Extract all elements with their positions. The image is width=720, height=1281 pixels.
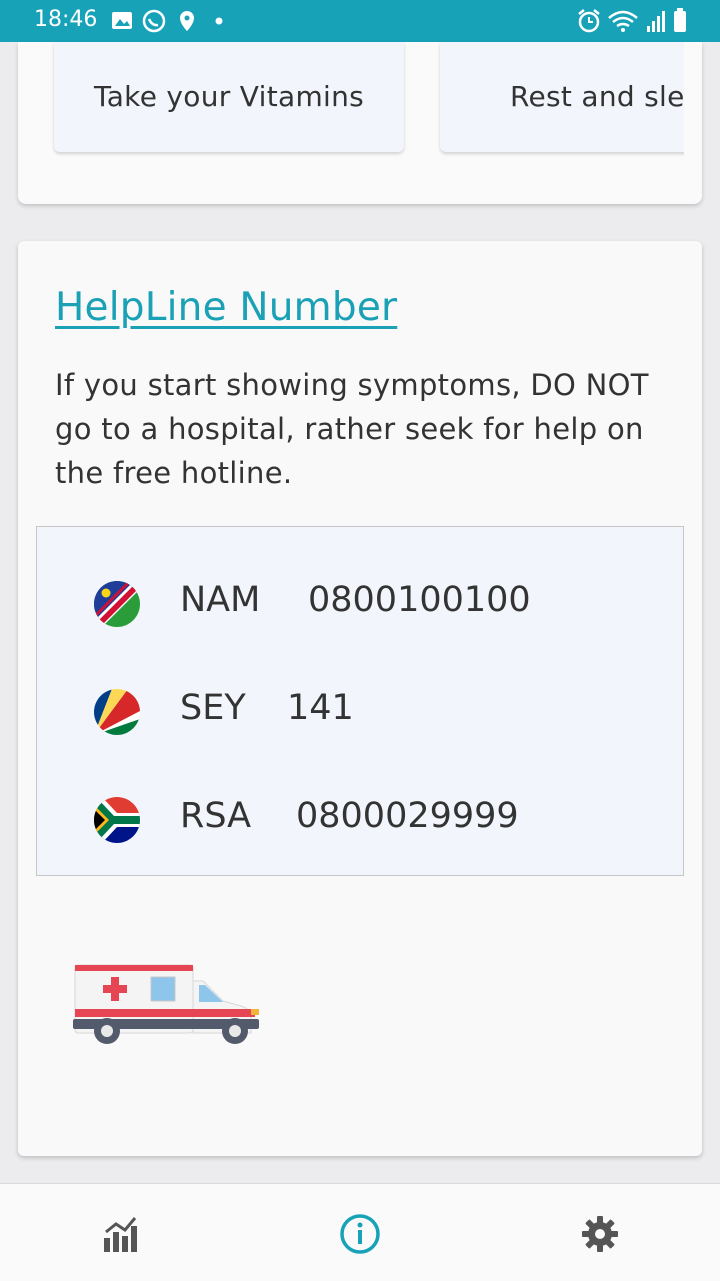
ambulance-illustration: [73, 964, 259, 1044]
tips-scroller[interactable]: Take your Vitamins Rest and sle: [18, 42, 684, 204]
precautions-card: Take your Vitamins Rest and sle: [18, 42, 702, 204]
tip-label: Rest and sle: [510, 80, 684, 113]
helpline-description: If you start showing symptoms, DO NOT go…: [55, 368, 649, 490]
hotline-number[interactable]: 0800029999: [296, 796, 519, 836]
country-code: NAM: [180, 580, 261, 620]
country-code: SEY: [180, 688, 246, 728]
seychelles-flag-icon: [94, 689, 140, 735]
namibia-flag-icon: [94, 581, 140, 627]
location-icon: [180, 11, 194, 31]
alarm-icon: [578, 9, 600, 33]
whatsapp-icon: [142, 9, 166, 33]
south-africa-flag-icon: [94, 797, 140, 843]
hotline-row-nam[interactable]: NAM 0800100100: [37, 574, 683, 634]
tip-card-rest[interactable]: Rest and sle: [440, 42, 684, 152]
info-icon[interactable]: [338, 1212, 382, 1256]
hotline-row-sey[interactable]: SEY 141: [37, 682, 683, 742]
tip-label: Take your Vitamins: [93, 80, 365, 113]
hotline-number[interactable]: 141: [287, 688, 354, 728]
hotline-number[interactable]: 0800100100: [308, 580, 531, 620]
country-code: RSA: [180, 796, 252, 836]
battery-icon: [674, 8, 686, 32]
helpline-title[interactable]: HelpLine Number: [55, 285, 397, 330]
signal-icon: [647, 11, 665, 32]
dot-icon: [215, 17, 223, 25]
hotline-list: NAM 0800100100 SEY 141 RSA 0800029999: [36, 526, 684, 876]
status-right-icons: [578, 8, 686, 33]
stats-icon[interactable]: [98, 1212, 142, 1256]
status-time: 18:46: [34, 7, 98, 32]
helpline-card: HelpLine Number If you start showing sym…: [18, 241, 702, 1156]
bottom-navigation: [0, 1183, 720, 1281]
status-bar: 18:46: [0, 0, 720, 42]
settings-icon[interactable]: [578, 1212, 622, 1256]
status-left-icons: [112, 9, 223, 33]
tip-card-vitamins[interactable]: Take your Vitamins: [54, 42, 404, 152]
wifi-icon: [608, 10, 638, 32]
image-icon: [112, 12, 132, 29]
hotline-row-rsa[interactable]: RSA 0800029999: [37, 790, 683, 850]
